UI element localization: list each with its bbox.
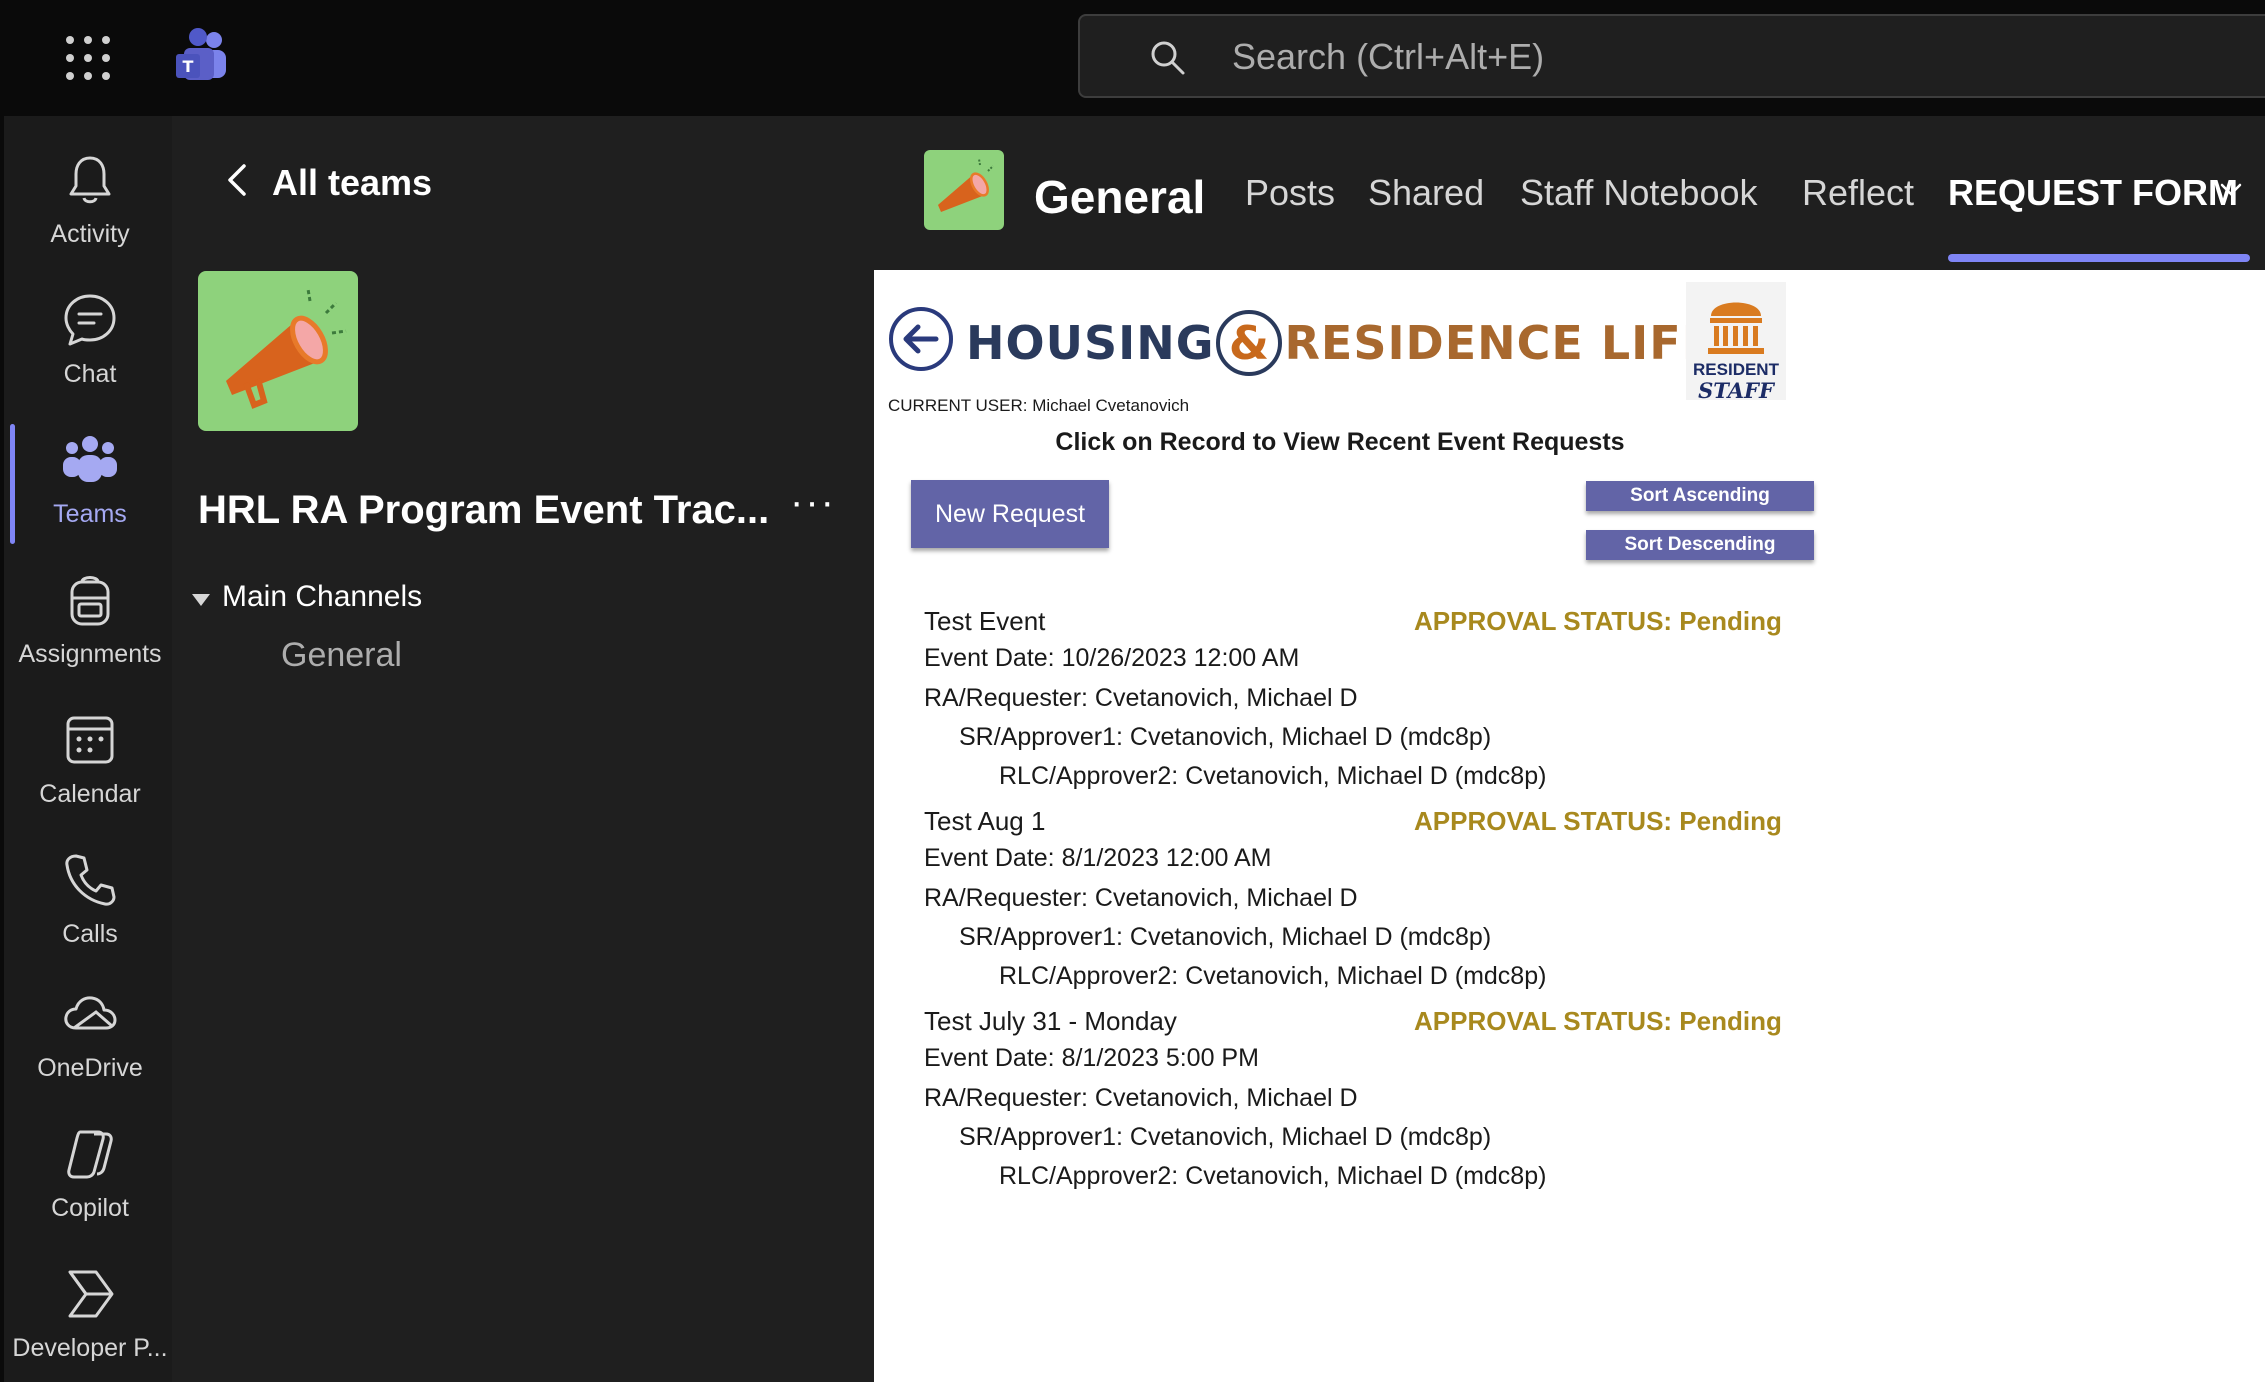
event-approver2: RLC/Approver2: Cvetanovich, Michael D (m…: [999, 762, 1547, 790]
channel-title: General: [1034, 171, 1206, 223]
rail-item-copilot[interactable]: Copilot: [4, 1104, 176, 1234]
event-name: Test Event: [924, 606, 1046, 636]
top-bar: T Search (Ctrl+Alt+E): [0, 0, 2265, 116]
rail-label: Teams: [53, 500, 127, 528]
approval-status: APPROVAL STATUS: Pending: [1414, 606, 1782, 636]
event-requester: RA/Requester: Cvetanovich, Michael D: [924, 1084, 1358, 1112]
rail-label: Copilot: [51, 1194, 129, 1222]
rail-item-developer-portal[interactable]: Developer P...: [4, 1244, 176, 1374]
event-approver2: RLC/Approver2: Cvetanovich, Michael D (m…: [999, 962, 1547, 990]
channel-avatar: [924, 150, 1004, 230]
event-date: Event Date: 10/26/2023 12:00 AM: [924, 644, 1300, 672]
search-icon: [1151, 41, 1185, 75]
calendar-icon: [66, 716, 114, 764]
cloud-icon: [64, 996, 117, 1030]
back-arrow-icon[interactable]: [888, 306, 954, 372]
rail-item-calendar[interactable]: Calendar: [4, 690, 176, 820]
housing-residence-life-logo: HOUSING & RESIDENCE LIFE: [966, 310, 1715, 376]
event-approver2: RLC/Approver2: Cvetanovich, Michael D (m…: [999, 1162, 1547, 1190]
event-approver1: SR/Approver1: Cvetanovich, Michael D (md…: [959, 723, 1492, 751]
sort-ascending-button[interactable]: Sort Ascending: [1586, 481, 1814, 511]
tab-staff-notebook[interactable]: Staff Notebook: [1520, 172, 1758, 214]
event-record[interactable]: Test Aug 1 APPROVAL STATUS: Pending Even…: [924, 806, 1824, 1006]
search-box[interactable]: Search (Ctrl+Alt+E): [1078, 14, 2265, 98]
channel-header: General Posts Shared Staff Notebook Refl…: [872, 116, 2265, 270]
app-rail: Activity Chat Teams Assignments Calendar…: [0, 116, 172, 1382]
event-date: Event Date: 8/1/2023 12:00 AM: [924, 844, 1272, 872]
sort-descending-button[interactable]: Sort Descending: [1586, 530, 1814, 560]
active-tab-indicator: [1948, 254, 2250, 262]
tab-shared[interactable]: Shared: [1368, 172, 1484, 214]
tab-posts[interactable]: Posts: [1245, 172, 1335, 214]
developer-portal-icon: [68, 1270, 114, 1318]
logo-staff-text: STAFF: [1698, 378, 1774, 403]
team-avatar: [198, 271, 358, 431]
more-options-icon[interactable]: ···: [790, 480, 836, 525]
current-user-label: CURRENT USER: Michael Cvetanovich: [888, 396, 1190, 415]
rail-item-calls[interactable]: Calls: [4, 830, 176, 960]
channel-panel: All teams HRL RA Program Event Trac... ·…: [172, 116, 872, 1382]
event-record[interactable]: Test July 31 - Monday APPROVAL STATUS: P…: [924, 1006, 1824, 1206]
banner-housing-text: HOUSING: [966, 316, 1215, 370]
rail-label: Assignments: [18, 640, 162, 668]
event-requester: RA/Requester: Cvetanovich, Michael D: [924, 684, 1358, 712]
rail-label: OneDrive: [37, 1054, 143, 1082]
all-teams-link[interactable]: All teams: [272, 162, 432, 204]
banner-ampersand: &: [1216, 310, 1283, 376]
event-record[interactable]: Test Event APPROVAL STATUS: Pending Even…: [924, 606, 1824, 806]
svg-text:T: T: [183, 57, 194, 76]
tab-request-form[interactable]: REQUEST FORM: [1948, 172, 2238, 214]
rail-label: Calls: [62, 920, 118, 948]
event-name: Test July 31 - Monday: [924, 1006, 1177, 1036]
instructions-label: Click on Record to View Recent Event Req…: [1055, 428, 1625, 456]
rail-item-chat[interactable]: Chat: [4, 270, 176, 400]
banner-residence-text: RESIDENCE LIFE: [1284, 316, 1715, 370]
teams-icon: [63, 436, 117, 482]
caret-down-icon[interactable]: [192, 594, 210, 606]
event-name: Test Aug 1: [924, 806, 1046, 836]
rail-item-activity[interactable]: Activity: [4, 130, 176, 260]
chevron-left-icon[interactable]: [222, 160, 252, 200]
chevron-down-icon[interactable]: [2218, 180, 2244, 200]
copilot-icon: [67, 1130, 113, 1179]
phone-icon: [65, 854, 116, 906]
rail-item-teams[interactable]: Teams: [4, 410, 176, 544]
event-requester: RA/Requester: Cvetanovich, Michael D: [924, 884, 1358, 912]
tab-reflect[interactable]: Reflect: [1802, 172, 1914, 214]
channels-section-header[interactable]: Main Channels: [222, 580, 422, 614]
request-form-app: HOUSING & RESIDENCE LIFE RESIDENT STAFF CU…: [874, 270, 2265, 1382]
app-launcher-icon[interactable]: [66, 36, 110, 80]
approval-status: APPROVAL STATUS: Pending: [1414, 806, 1782, 836]
megaphone-icon: [938, 158, 994, 212]
team-name: HRL RA Program Event Trac...: [198, 488, 770, 532]
event-approver1: SR/Approver1: Cvetanovich, Michael D (md…: [959, 1123, 1492, 1151]
rail-label: Developer P...: [12, 1334, 168, 1362]
chat-icon: [64, 294, 116, 346]
channel-item-general[interactable]: General: [281, 636, 402, 675]
logo-resident-text: RESIDENT: [1693, 360, 1779, 379]
rail-label: Chat: [63, 360, 117, 388]
backpack-icon: [70, 576, 110, 626]
bell-icon: [69, 156, 111, 204]
event-approver1: SR/Approver1: Cvetanovich, Michael D (md…: [959, 923, 1492, 951]
rail-label: Calendar: [39, 780, 141, 808]
rail-item-onedrive[interactable]: OneDrive: [4, 964, 176, 1094]
new-request-button[interactable]: New Request: [911, 480, 1109, 548]
event-date: Event Date: 8/1/2023 5:00 PM: [924, 1044, 1259, 1072]
search-input[interactable]: Search (Ctrl+Alt+E): [1232, 36, 1544, 78]
approval-status: APPROVAL STATUS: Pending: [1414, 1006, 1782, 1036]
megaphone-icon: [226, 288, 347, 409]
rail-label: Activity: [50, 220, 130, 248]
rail-item-assignments[interactable]: Assignments: [4, 550, 176, 680]
resident-staff-logo: RESIDENT STAFF: [1686, 282, 1786, 403]
building-icon: [1708, 302, 1764, 354]
teams-logo-icon: T: [176, 28, 226, 80]
